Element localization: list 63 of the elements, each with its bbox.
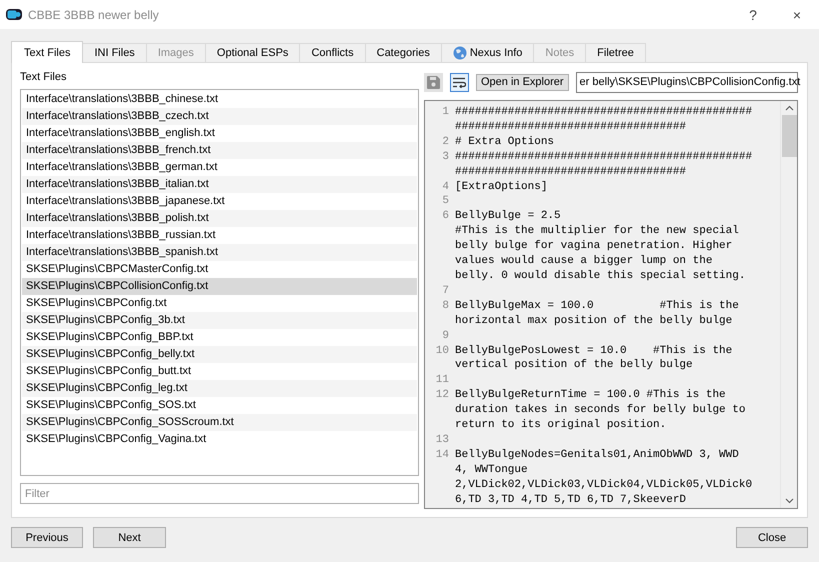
tab[interactable]: Filetree xyxy=(585,43,646,62)
line-number: 5 xyxy=(441,194,450,210)
file-item[interactable]: SKSE\Plugins\CBPCMasterConfig.txt xyxy=(22,261,417,278)
code-line: BellyBulgeMax = 100.0 #This is the horizontal max position of the belly bulge xyxy=(455,298,740,329)
line-number: 8 xyxy=(441,298,450,314)
window-title: CBBE 3BBB newer belly xyxy=(28,8,160,22)
line-number: 6 xyxy=(441,209,450,224)
app-icon xyxy=(6,9,22,20)
line-number: 14 xyxy=(434,448,450,463)
file-item[interactable]: SKSE\Plugins\CBPConfig_leg.txt xyxy=(22,380,417,397)
file-item[interactable]: Interface\translations\3BBB_spanish.txt xyxy=(22,244,417,261)
file-item[interactable]: SKSE\Plugins\CBPConfig_SOS.txt xyxy=(22,397,417,414)
close-button[interactable]: × xyxy=(775,6,819,22)
save-icon xyxy=(427,76,440,88)
file-item[interactable]: Interface\translations\3BBB_japanese.txt xyxy=(22,193,417,210)
line-number: 7 xyxy=(441,284,450,299)
file-item[interactable]: SKSE\Plugins\CBPConfig.txt xyxy=(22,295,417,312)
code-line: ################################################################################ xyxy=(455,105,752,135)
file-item[interactable]: SKSE\Plugins\CBPConfig_BBP.txt xyxy=(22,329,417,346)
code-line: BellyBulgeNodes=Genitals01,AnimObWWD 3, WWD 4, WWTongue 2,VLDick02,VLDick03,VLDick04,VLDick05,VLDick06,TD 3,TD 4,TD 5,TD 6,TD 7,SkeeverD xyxy=(455,448,752,508)
footer-button[interactable]: Close xyxy=(736,527,808,548)
help-button[interactable]: ? xyxy=(731,6,775,22)
file-item[interactable]: Interface\translations\3BBB_french.txt xyxy=(22,142,417,159)
path-field[interactable]: er belly\SKSE\Plugins\CBPCollisionConfig.txt xyxy=(576,72,798,92)
file-item[interactable]: SKSE\Plugins\CBPConfig_butt.txt xyxy=(22,363,417,380)
file-item[interactable]: Interface\translations\3BBB_english.txt xyxy=(22,125,417,142)
file-item[interactable]: SKSE\Plugins\CBPConfig_belly.txt xyxy=(22,346,417,363)
code-line: # Extra Options xyxy=(455,134,556,150)
line-number: 13 xyxy=(434,432,450,448)
line-number: 12 xyxy=(434,388,450,404)
line-number: 1 xyxy=(441,105,450,120)
file-item[interactable]: SKSE\Plugins\CBPConfig_Vagina.txt xyxy=(22,431,417,448)
scrollbar-thumb[interactable] xyxy=(782,115,796,157)
tab[interactable]: Nexus Info xyxy=(440,43,534,62)
file-item[interactable]: Interface\translations\3BBB_czech.txt xyxy=(22,108,417,125)
footer-button[interactable]: Next xyxy=(93,527,166,548)
file-item[interactable]: Interface\translations\3BBB_italian.txt xyxy=(22,176,417,193)
line-number: 11 xyxy=(434,373,450,388)
file-item[interactable]: Interface\translations\3BBB_chinese.txt xyxy=(22,91,417,108)
word-wrap-icon xyxy=(453,76,466,88)
file-item[interactable]: SKSE\Plugins\CBPConfig_SOSScroum.txt xyxy=(22,414,417,431)
footer-button[interactable]: Previous xyxy=(11,527,83,548)
line-number: 4 xyxy=(441,180,450,194)
file-item[interactable]: SKSE\Plugins\CBPCollisionConfig.txt xyxy=(22,278,417,295)
file-item[interactable]: Interface\translations\3BBB_polish.txt xyxy=(22,210,417,227)
list-label: Text Files xyxy=(20,71,68,85)
globe-icon xyxy=(452,46,467,60)
file-item[interactable]: SKSE\Plugins\CBPConfig_3b.txt xyxy=(22,312,417,329)
line-number: 2 xyxy=(441,134,450,150)
code-line: ################################################################################ xyxy=(455,150,752,180)
code-line: BellyBulge = 2.5 #This is the multiplier for the new special belly bulge for vagina penetration. Higher values would cause a bigger lump on the belly. 0 would disable this special setting. xyxy=(455,209,746,284)
tab[interactable]: Text Files xyxy=(11,41,84,63)
line-number: 3 xyxy=(441,150,450,165)
code-line: BellyBulgeReturnTime = 100.0 #This is the duration takes in seconds for belly bulge to return to its original position. xyxy=(455,388,746,433)
file-item[interactable]: Interface\translations\3BBB_german.txt xyxy=(22,159,417,176)
wrap-toggle[interactable] xyxy=(450,72,469,92)
file-item[interactable]: Interface\translations\3BBB_russian.txt xyxy=(22,227,417,244)
filter-field[interactable]: Filter xyxy=(20,483,419,504)
code-line: BellyBulgePosLowest = 10.0 #This is the vertical position of the belly bulge xyxy=(455,344,734,374)
line-number: 10 xyxy=(434,344,450,358)
open-in-explorer-button[interactable]: Open in Explorer xyxy=(476,74,569,90)
code-line: [ExtraOptions] xyxy=(455,180,548,194)
line-number: 9 xyxy=(441,328,450,344)
